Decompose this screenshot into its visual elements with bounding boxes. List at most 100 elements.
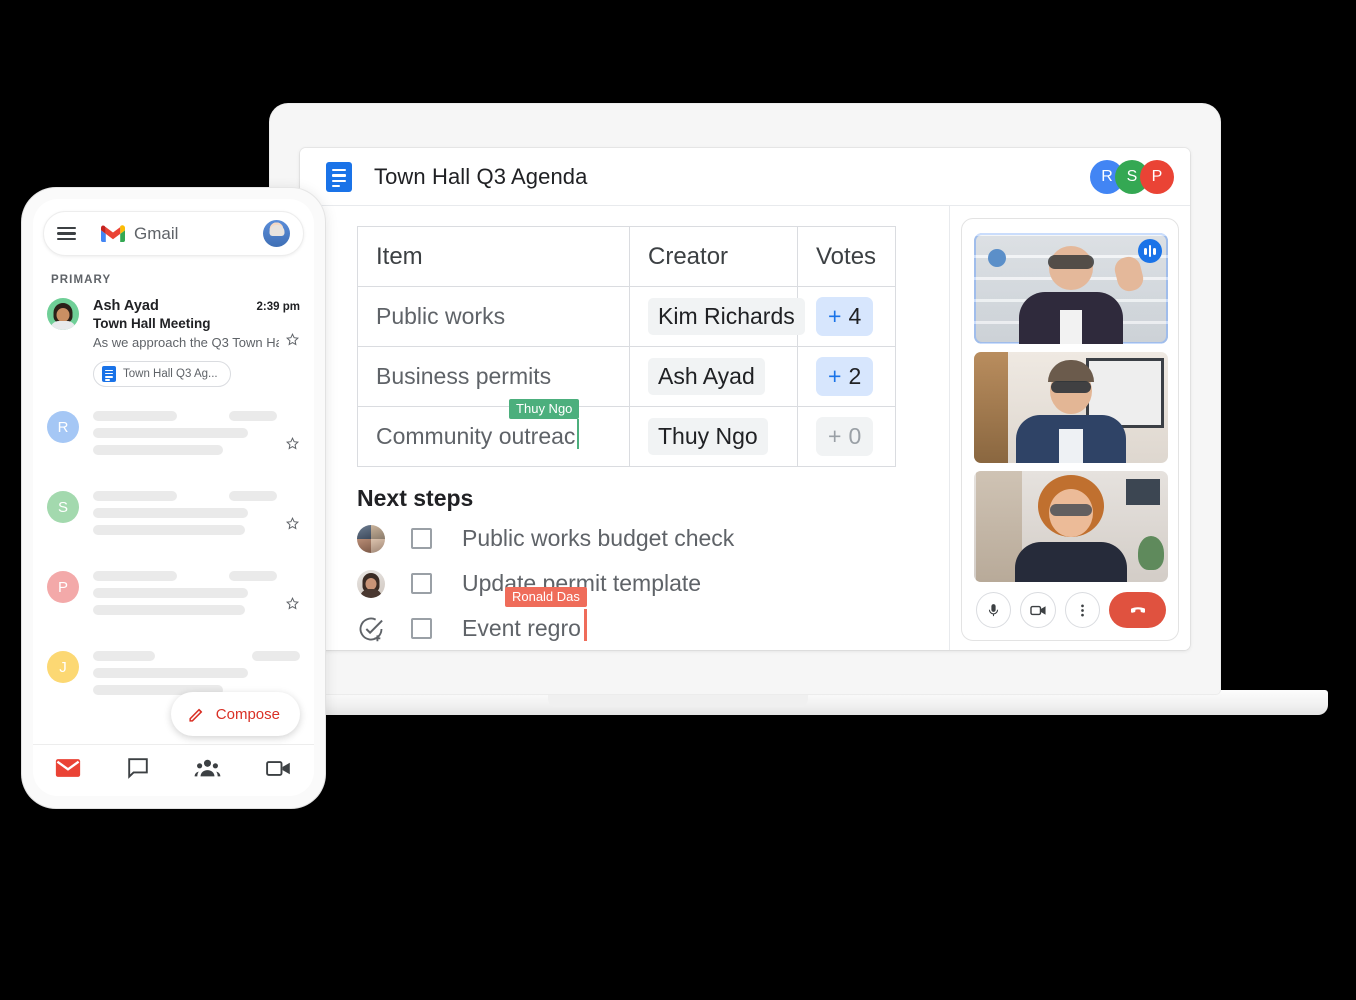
people-group-icon: [194, 759, 221, 776]
list-item[interactable]: P: [33, 561, 314, 641]
hamburger-menu-icon[interactable]: [57, 223, 76, 244]
skeleton-lines: [93, 411, 277, 455]
collaborator-name-tag: Thuy Ngo: [509, 399, 580, 419]
avatar-initial: P: [1151, 167, 1163, 185]
compose-button[interactable]: Compose: [170, 692, 300, 736]
nav-mail[interactable]: [55, 758, 81, 783]
collaborator-caret: [584, 609, 587, 641]
vote-button[interactable]: + 0: [816, 417, 874, 456]
checkbox-unchecked-icon[interactable]: [411, 528, 432, 549]
more-options-button[interactable]: [1064, 592, 1101, 628]
creator-chip[interactable]: Kim Richards: [648, 298, 805, 335]
cell-creator: Ash Ayad: [629, 346, 798, 407]
avatar[interactable]: J: [47, 651, 79, 683]
vote-button[interactable]: + 2: [816, 357, 874, 396]
table-row: Public works Kim Richards + 4: [357, 286, 896, 347]
avatar[interactable]: [47, 298, 79, 330]
plus-icon: +: [828, 363, 842, 389]
agenda-table: Item Creator Votes Public works Kim Rich…: [357, 226, 896, 467]
table-row: Business permits Ash Ayad + 2: [357, 346, 896, 407]
list-item-email[interactable]: Ash Ayad 2:39 pm Town Hall Meeting As we…: [33, 294, 314, 387]
skeleton-line: [93, 508, 248, 518]
skeleton-top-row: [93, 491, 277, 501]
skeleton-line: [229, 491, 277, 501]
microphone-button[interactable]: [976, 592, 1012, 628]
avatar[interactable]: R: [47, 411, 79, 443]
video-tile-participant-3[interactable]: [974, 471, 1168, 582]
star-outline-icon[interactable]: [285, 516, 300, 536]
video-tile-participant-2[interactable]: [974, 352, 1168, 463]
cell-creator: Kim Richards: [629, 286, 805, 347]
plus-icon: +: [828, 423, 842, 449]
skeleton-top-row: [93, 651, 300, 661]
phone-device: Gmail PRIMARY Ash Ayad 2:39 pm Town Hall…: [22, 188, 325, 808]
creator-chip[interactable]: Ash Ayad: [648, 358, 765, 395]
avatar-initial: P: [57, 578, 68, 596]
gmail-logo-icon: [101, 224, 125, 242]
cell-votes: + 0: [797, 406, 896, 467]
column-header-creator: Creator: [629, 226, 798, 287]
checkbox-unchecked-icon[interactable]: [411, 618, 432, 639]
meet-controls: [974, 592, 1166, 628]
gmail-brand: Gmail: [101, 224, 178, 244]
plus-icon: +: [828, 303, 842, 329]
avatar-p[interactable]: P: [1140, 159, 1174, 194]
attachment-label: Town Hall Q3 Ag...: [123, 368, 218, 380]
task-text: Event regro: [462, 615, 581, 641]
document-pane[interactable]: Item Creator Votes Public works Kim Rich…: [300, 206, 950, 650]
nav-spaces[interactable]: [194, 758, 221, 784]
account-avatar[interactable]: [263, 220, 290, 247]
video-tile-participant-1[interactable]: [974, 233, 1168, 344]
star-outline-icon[interactable]: [285, 332, 300, 352]
email-content: Ash Ayad 2:39 pm Town Hall Meeting As we…: [93, 298, 300, 387]
camera-button[interactable]: [1020, 592, 1056, 628]
person-avatar-icon: [357, 569, 385, 598]
category-label: PRIMARY: [51, 274, 112, 286]
star-outline-icon[interactable]: [285, 596, 300, 616]
nav-meet[interactable]: [265, 759, 292, 783]
compose-label: Compose: [215, 705, 280, 723]
meet-card: [961, 218, 1179, 641]
nav-chat[interactable]: [126, 756, 150, 785]
vote-count: 4: [848, 303, 862, 329]
email-snippet: As we approach the Q3 Town Ha...: [93, 334, 279, 350]
hang-up-button[interactable]: [1109, 592, 1166, 628]
gmail-brand-label: Gmail: [134, 223, 179, 243]
cell-item[interactable]: Community outreac Thuy Ngo: [357, 399, 630, 467]
avatar-initial: S: [57, 498, 68, 516]
skeleton-top-row: [93, 411, 277, 421]
skeleton-line: [252, 651, 300, 661]
avatar[interactable]: P: [47, 571, 79, 603]
collaborator-name-tag: Ronald Das: [504, 587, 587, 607]
skeleton-line: [93, 491, 177, 501]
star-outline-icon[interactable]: [285, 436, 300, 456]
task-label[interactable]: Public works budget check: [462, 525, 734, 552]
cell-item[interactable]: Business permits: [357, 346, 630, 407]
attachment-chip[interactable]: Town Hall Q3 Ag...: [93, 361, 231, 387]
avatar-initial: S: [1126, 167, 1138, 185]
bottom-navigation: [33, 744, 314, 796]
task-label[interactable]: Event regro Ronald Das: [462, 587, 587, 642]
column-header-votes: Votes: [797, 226, 896, 287]
editing-cell-text: Community outreac Thuy Ngo: [376, 399, 580, 450]
cell-item[interactable]: Public works: [357, 286, 630, 347]
skeleton-line: [93, 588, 248, 598]
presence-avatars: R S P: [1090, 159, 1174, 194]
vote-count: 2: [848, 363, 862, 389]
avatar-initial: R: [57, 418, 69, 436]
skeleton-line: [93, 428, 248, 438]
table-header-row: Item Creator Votes: [357, 226, 896, 287]
vote-count: 0: [848, 423, 862, 449]
list-item[interactable]: S: [33, 481, 314, 561]
email-meta-row: Ash Ayad 2:39 pm: [93, 298, 300, 314]
laptop-screen: Town Hall Q3 Agenda R S P Item Creator V…: [300, 148, 1190, 650]
list-item[interactable]: R: [33, 401, 314, 481]
assign-task-icon[interactable]: [357, 615, 385, 643]
skeleton-lines: [93, 491, 277, 535]
checkbox-unchecked-icon[interactable]: [411, 573, 432, 594]
creator-chip[interactable]: Thuy Ngo: [648, 418, 768, 455]
skeleton-line: [93, 445, 223, 455]
avatar[interactable]: S: [47, 491, 79, 523]
vote-button[interactable]: + 4: [816, 297, 874, 336]
task-row: Event regro Ronald Das: [357, 587, 925, 650]
